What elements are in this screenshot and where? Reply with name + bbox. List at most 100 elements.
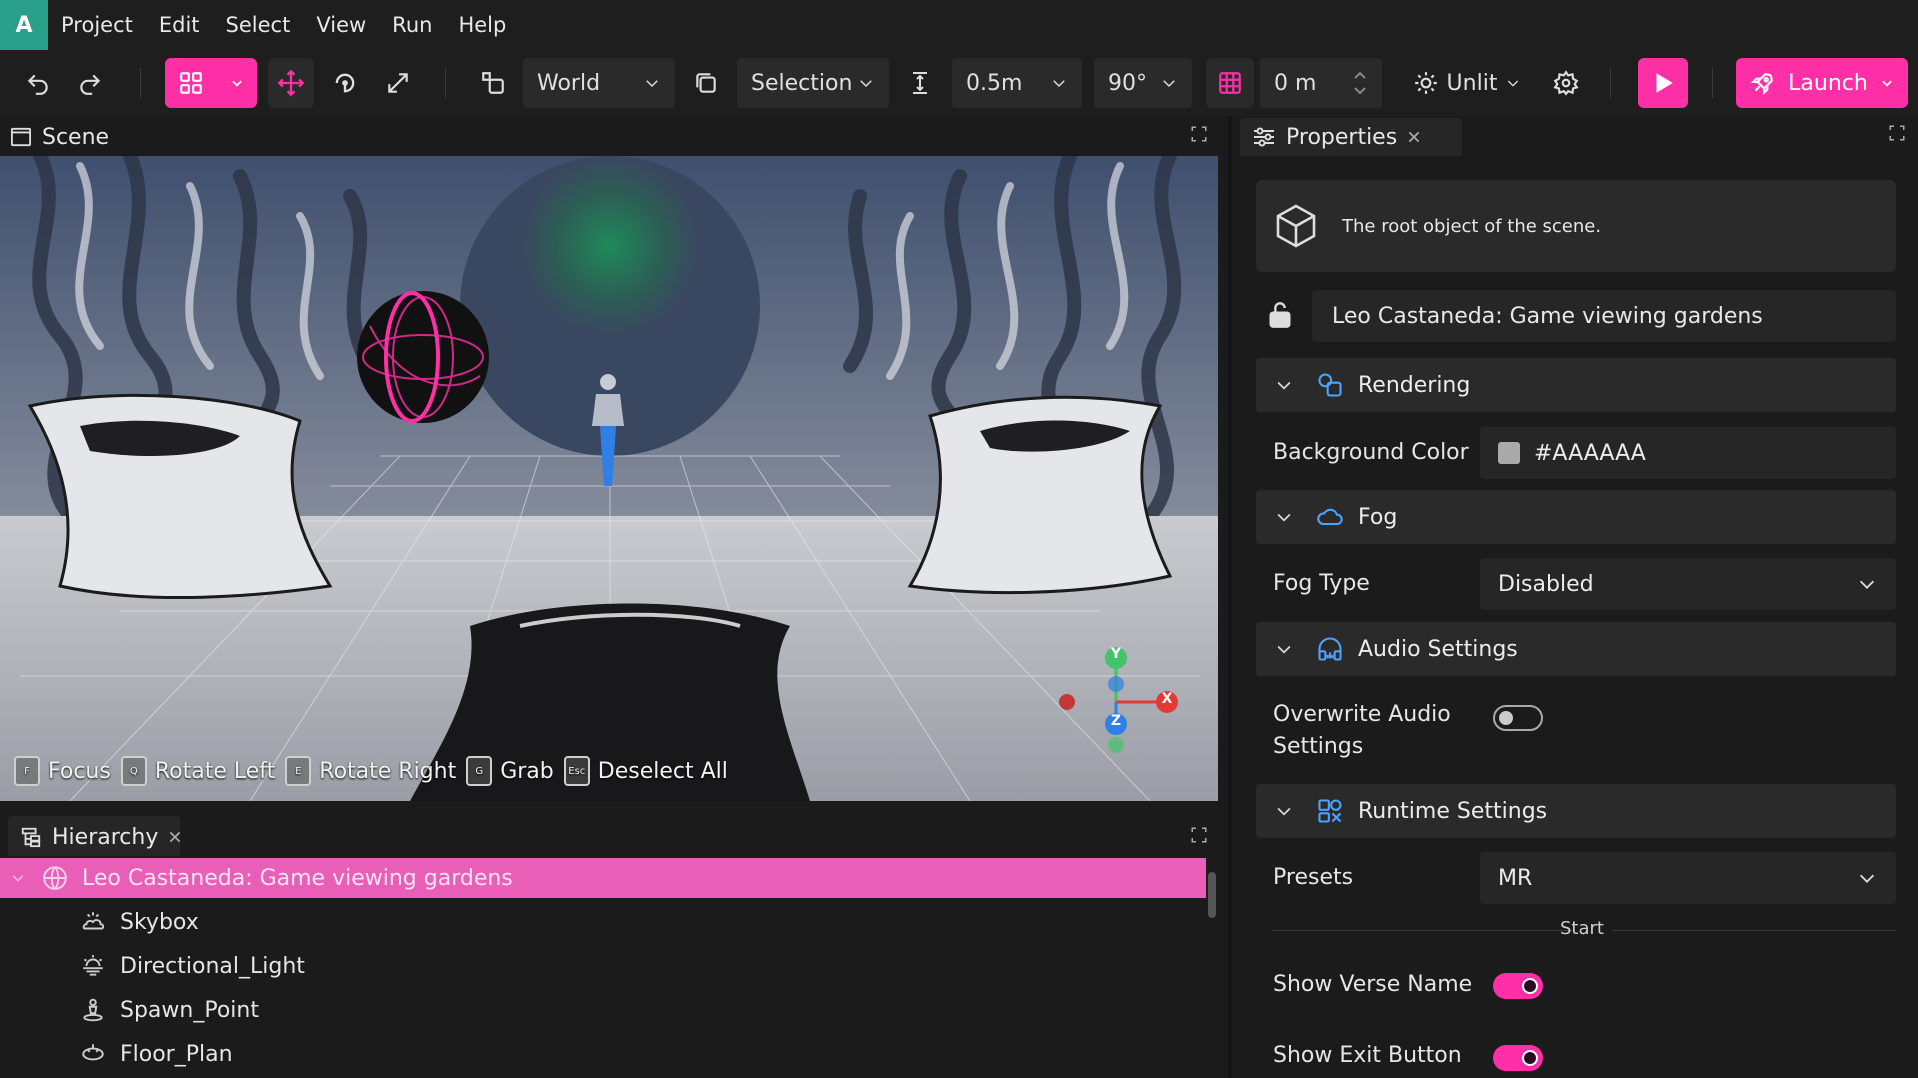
redo-icon <box>80 74 101 95</box>
snap-distance-button[interactable] <box>897 58 943 108</box>
panel-splitter[interactable] <box>1228 116 1232 1078</box>
section-runtime-title: Runtime Settings <box>1358 798 1548 824</box>
overwrite-audio-label-1: Overwrite Audio <box>1273 702 1451 727</box>
launch-label: Launch <box>1788 70 1868 96</box>
hint-rotate-left-label: Rotate Left <box>154 758 276 784</box>
tree-item-spawn-point-label: Spawn_Point <box>120 997 259 1023</box>
lighting-value: Unlit <box>1446 70 1498 96</box>
tab-hierarchy[interactable]: Hierarchy <box>20 818 182 856</box>
snap-angle-dropdown[interactable]: 90° <box>1094 58 1192 108</box>
fog-type-dropdown[interactable]: Disabled <box>1480 558 1896 610</box>
spawn-icon <box>83 998 103 1022</box>
background-color-field[interactable]: #AAAAAA <box>1480 427 1896 479</box>
chevron-down-icon <box>860 80 872 88</box>
show-verse-name-toggle[interactable] <box>1493 973 1543 999</box>
start-divider-label: Start <box>1560 918 1604 939</box>
grid-toggle-button[interactable] <box>1206 58 1254 108</box>
skybox-icon <box>82 912 105 930</box>
presets-dropdown[interactable]: MR <box>1480 852 1896 904</box>
object-name-value: Leo Castaneda: Game viewing gardens <box>1332 303 1763 329</box>
settings-button[interactable] <box>1543 58 1589 108</box>
light-icon <box>83 955 103 976</box>
tab-properties[interactable]: Properties <box>1252 118 1421 156</box>
grid-height-field[interactable]: 0 m <box>1260 58 1382 108</box>
menu-select[interactable]: Select <box>213 0 304 50</box>
undo-button[interactable] <box>18 58 58 108</box>
close-icon[interactable] <box>168 830 182 844</box>
show-verse-name-label: Show Verse Name <box>1273 972 1473 997</box>
redo-button[interactable] <box>70 58 110 108</box>
runtime-icon <box>1318 799 1342 823</box>
menu-edit[interactable]: Edit <box>146 0 213 50</box>
tree-item-spawn-point[interactable]: Spawn_Point <box>0 990 259 1030</box>
chevron-down-icon <box>1277 645 1291 654</box>
lighting-dropdown[interactable]: Unlit <box>1400 58 1534 108</box>
grid-view-icon <box>180 72 202 94</box>
scene-render <box>0 156 1218 801</box>
launch-button[interactable]: Launch <box>1736 58 1908 108</box>
menu-project[interactable]: Project <box>48 0 146 50</box>
selection-box-icon <box>696 73 716 93</box>
move-icon <box>277 69 305 97</box>
globe-icon <box>43 866 67 890</box>
stepper-icon[interactable] <box>1352 68 1368 98</box>
close-icon[interactable] <box>1407 130 1421 144</box>
chevron-down-icon[interactable] <box>10 870 26 886</box>
app-logo[interactable]: A <box>0 0 48 50</box>
menu-help[interactable]: Help <box>445 0 519 50</box>
divider-right <box>1612 930 1896 931</box>
color-swatch[interactable] <box>1498 442 1520 464</box>
menu-view[interactable]: View <box>303 0 379 50</box>
maximize-scene-button[interactable] <box>1190 125 1208 143</box>
selection-dropdown[interactable]: Selection <box>737 58 889 108</box>
section-rendering[interactable]: Rendering <box>1256 358 1896 412</box>
section-runtime[interactable]: Runtime Settings <box>1256 784 1896 838</box>
selection-mode-button[interactable] <box>683 58 729 108</box>
overwrite-audio-toggle[interactable] <box>1493 705 1543 731</box>
play-button[interactable] <box>1638 58 1688 108</box>
overwrite-audio-label-2: Settings <box>1273 734 1364 759</box>
snap-distance-dropdown[interactable]: 0.5m <box>952 58 1082 108</box>
properties-tab-label: Properties <box>1286 124 1398 150</box>
section-audio[interactable]: Audio Settings <box>1256 622 1896 676</box>
properties-icon <box>1254 127 1274 147</box>
toolbar: World Selection 0.5m 90° 0 m Unlit Launc… <box>0 50 1918 116</box>
chevron-down-icon <box>1859 874 1875 883</box>
tree-item-root-label: Leo Castaneda: Game viewing gardens <box>82 865 513 891</box>
tree-item-floor-plan[interactable]: Floor_Plan <box>0 1034 233 1074</box>
maximize-properties-button[interactable] <box>1888 124 1906 142</box>
rotate-tool-button[interactable] <box>322 58 368 108</box>
hint-grab: G Grab <box>466 756 554 786</box>
show-exit-button-label: Show Exit Button <box>1273 1043 1462 1068</box>
grid-icon <box>1219 72 1241 94</box>
show-exit-button-toggle[interactable] <box>1493 1045 1543 1071</box>
pivot-button[interactable] <box>470 58 516 108</box>
fog-type-value: Disabled <box>1498 571 1594 597</box>
lock-icon <box>1269 302 1291 328</box>
background-color-label: Background Color <box>1273 440 1469 465</box>
menu-run[interactable]: Run <box>379 0 445 50</box>
section-fog[interactable]: Fog <box>1256 490 1896 544</box>
scene-tab-label: Scene <box>42 124 110 150</box>
tab-scene[interactable]: Scene <box>10 118 109 156</box>
scene-viewport[interactable]: Y X Z F Focus Q Rotate Left E Rotate Rig… <box>0 156 1218 801</box>
rotate-icon <box>335 73 355 93</box>
object-name-field[interactable]: Leo Castaneda: Game viewing gardens <box>1312 290 1896 342</box>
chevron-down-icon <box>1163 80 1175 88</box>
maximize-hierarchy-button[interactable] <box>1190 826 1208 844</box>
hint-rotate-right-label: Rotate Right <box>319 758 457 784</box>
fog-type-label: Fog Type <box>1273 571 1370 596</box>
space-dropdown[interactable]: World <box>523 58 675 108</box>
lock-button[interactable] <box>1266 299 1294 331</box>
selection-value: Selection <box>751 70 853 96</box>
tree-item-root[interactable]: Leo Castaneda: Game viewing gardens <box>0 858 1206 898</box>
cloud-icon <box>1317 508 1343 526</box>
tree-item-directional-light[interactable]: Directional_Light <box>0 946 305 986</box>
move-tool-button[interactable] <box>268 58 314 108</box>
scale-tool-button[interactable] <box>375 58 421 108</box>
view-mode-button[interactable] <box>165 58 257 108</box>
tree-item-skybox[interactable]: Skybox <box>0 902 199 942</box>
chevron-down-icon <box>1277 381 1291 390</box>
object-description: The root object of the scene. <box>1342 215 1602 237</box>
hierarchy-scrollbar[interactable] <box>1208 872 1216 918</box>
